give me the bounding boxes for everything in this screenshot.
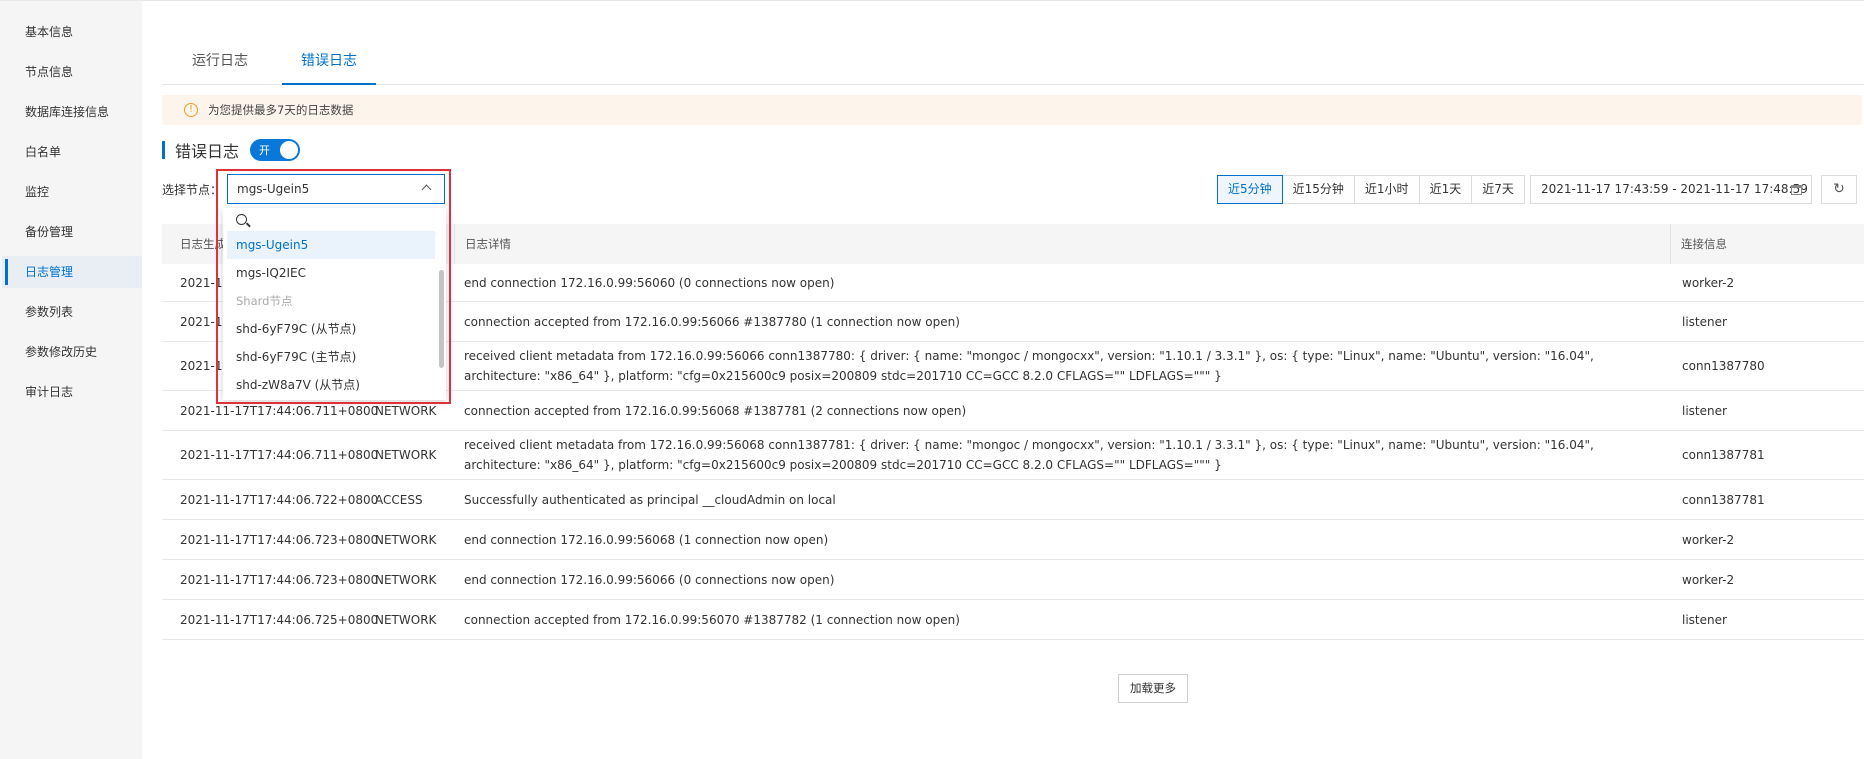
calendar-icon [1791,185,1802,195]
log-tabs: 运行日志 错误日志 [162,41,1864,85]
row-time: 2021-11-17T17:44:06.723+0800 [180,532,379,547]
table-row: 2021-11-17T17:44:06.723+0800 NETWORK end c… [162,560,1864,600]
row-detail: connection accepted from 172.16.0.99:560… [464,314,960,329]
refresh-icon: ↻ [1833,181,1845,197]
row-type: NETWORK [375,612,437,627]
date-range-picker[interactable]: 2021-11-17 17:43:59 - 2021-11-17 17:48:5… [1530,175,1812,204]
toggle-knob [280,141,299,159]
row-time: 2021-11-17T17:44:06.725+0800 [180,612,379,627]
dropdown-option[interactable]: shd-6yF79C (主节点) [227,343,435,371]
row-conn: conn1387781 [1682,492,1765,507]
col-header-conn: 连接信息 [1670,224,1727,264]
sidebar-item-node-info[interactable]: 节点信息 [2,56,142,88]
row-time: 2021-11-17T17:44:06.711+0800 [180,448,379,462]
notice-bar: ! 为您提供最多7天的日志数据 [162,95,1862,125]
col-header-detail: 日志详情 [454,224,511,264]
row-detail: connection accepted from 172.16.0.99:560… [464,612,960,627]
row-time: 2021-11-17T17:44:06.722+0800 [180,492,379,507]
row-detail: received client metadata from 172.16.0.9… [464,438,1594,472]
row-conn: worker-2 [1682,572,1735,587]
tab-runtime-log[interactable]: 运行日志 [190,41,250,85]
row-detail: end connection 172.16.0.99:56066 (0 conn… [464,572,835,587]
date-range-value: 2021-11-17 17:43:59 - 2021-11-17 17:48:5… [1541,182,1808,196]
range-15min-button[interactable]: 近15分钟 [1281,175,1355,204]
load-more-button[interactable]: 加载更多 [1118,674,1188,703]
sidebar-item-param-list[interactable]: 参数列表 [2,296,142,328]
warning-icon: ! [184,103,198,117]
refresh-button[interactable]: ↻ [1821,175,1857,204]
dropdown-option[interactable]: mgs-Ugein5 [227,231,435,259]
sidebar-item-basic-info[interactable]: 基本信息 [2,16,142,48]
range-7day-button[interactable]: 近7天 [1471,175,1525,204]
sidebar-item-log-management[interactable]: 日志管理 [2,256,142,288]
error-log-toggle[interactable]: 开 [250,139,301,161]
section-title: 错误日志 [175,142,240,161]
row-conn: conn1387780 [1682,359,1765,373]
table-row: 2021-11-17T17:44:06.725+0800 NETWORK conne… [162,600,1864,640]
sidebar-item-param-history[interactable]: 参数修改历史 [2,336,142,368]
node-select-value: mgs-Ugein5 [237,182,310,196]
row-conn: listener [1682,612,1727,627]
row-detail: connection accepted from 172.16.0.99:560… [464,403,967,418]
row-conn: worker-2 [1682,532,1735,547]
range-1day-button[interactable]: 近1天 [1418,175,1473,204]
sidebar-item-audit-log[interactable]: 审计日志 [2,376,142,408]
dropdown-scrollbar[interactable] [439,270,444,368]
sidebar: 基本信息 节点信息 数据库连接信息 白名单 监控 备份管理 日志管理 参数列表 … [0,0,142,759]
node-select[interactable]: mgs-Ugein5 [227,174,445,204]
table-row: 2021-11-17T17:44:06.723+0800 NETWORK end c… [162,520,1864,560]
row-type: NETWORK [375,572,437,587]
chevron-up-icon [421,184,432,195]
row-detail: received client metadata from 172.16.0.9… [464,349,1594,383]
row-detail: end connection 172.16.0.99:56068 (1 conn… [464,532,829,547]
sidebar-item-monitor[interactable]: 监控 [2,176,142,208]
row-type: ACCESS [375,492,423,507]
notice-text: 为您提供最多7天的日志数据 [208,103,354,117]
row-conn: conn1387781 [1682,448,1765,462]
sidebar-item-db-connection[interactable]: 数据库连接信息 [2,96,142,128]
tab-error-log[interactable]: 错误日志 [282,41,376,85]
sidebar-item-backup[interactable]: 备份管理 [2,216,142,248]
section-accent-bar [162,141,165,159]
toggle-label: 开 [259,144,271,157]
dropdown-group-label: Shard节点 [236,294,293,308]
range-1hour-button[interactable]: 近1小时 [1353,175,1420,204]
row-detail: end connection 172.16.0.99:56060 (0 conn… [464,275,835,290]
time-range-group: 近5分钟 近15分钟 近1小时 近1天 近7天 [1217,175,1525,204]
row-type: NETWORK [375,448,437,462]
dropdown-option[interactable]: shd-zW8a7V (从节点) [227,371,435,399]
dropdown-option[interactable]: shd-6yF79C (从节点) [227,315,435,343]
sidebar-item-whitelist[interactable]: 白名单 [2,136,142,168]
row-type: NETWORK [375,532,437,547]
search-icon [236,214,247,225]
table-row: 2021-11-17T17:44:06.722+0800 ACCESS Succes… [162,480,1864,520]
range-5min-button[interactable]: 近5分钟 [1217,175,1283,204]
node-dropdown: mgs-Ugein5 mgs-IQ2IEC Shard节点 shd-6yF79C… [223,208,446,400]
dropdown-option[interactable]: mgs-IQ2IEC [227,259,435,287]
row-conn: worker-2 [1682,275,1735,290]
node-select-label: 选择节点： [162,183,223,197]
row-time: 2021-11-17T17:44:06.723+0800 [180,572,379,587]
row-conn: listener [1682,403,1727,418]
row-detail: Successfully authenticated as principal … [464,492,836,507]
section-header: 错误日志 开 [162,139,301,161]
table-row: 2021-11-17T17:44:06.711+0800 NETWORK recei… [162,431,1864,480]
row-conn: listener [1682,314,1727,329]
